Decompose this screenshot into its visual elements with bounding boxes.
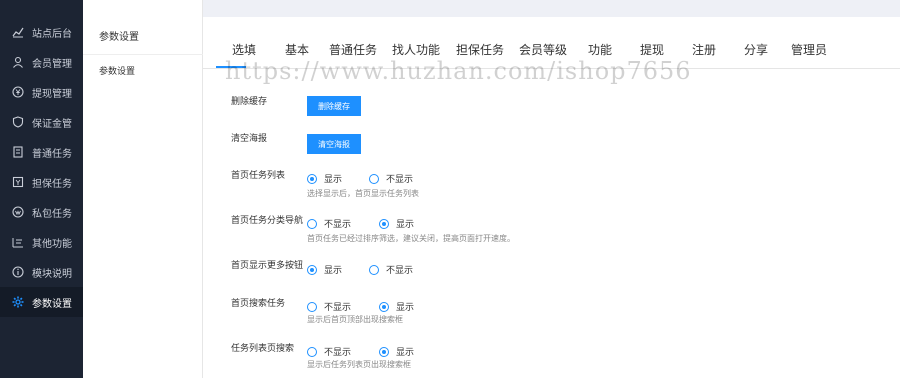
tab-normal-task[interactable]: 普通任务 (329, 41, 377, 58)
secondary-menu-item-settings[interactable]: 参数设置 (99, 64, 135, 77)
document-icon (12, 146, 24, 158)
sidebar-item-label: 提现管理 (32, 88, 72, 100)
home-category-nav-hide-option[interactable]: 不显示 (307, 217, 351, 230)
sidebar-item-private-task[interactable]: 私包任务 (0, 197, 83, 227)
home-category-nav-hint: 首页任务已经过排序筛选，建议关闭，提高页面打开速度。 (307, 234, 515, 243)
tab-functions[interactable]: 功能 (588, 41, 612, 58)
home-search-hint: 显示后首页顶部出现搜索框 (307, 315, 403, 324)
secondary-menu: 参数设置 参数设置 (83, 0, 203, 378)
home-search-hide-option[interactable]: 不显示 (307, 300, 351, 313)
radio-unchecked[interactable] (307, 218, 317, 229)
task-list-search-show-option[interactable]: 显示 (379, 345, 414, 358)
task-list-search-hint: 显示后任务列表页出现搜索框 (307, 360, 411, 369)
radio-checked[interactable] (379, 218, 389, 229)
sidebar-item-label: 参数设置 (32, 298, 72, 310)
home-search-show-option[interactable]: 显示 (379, 300, 414, 313)
radio-checked[interactable] (307, 264, 317, 275)
home-search-label: 首页搜索任务 (231, 299, 286, 309)
private-task-icon (12, 206, 24, 218)
user-icon (12, 56, 24, 68)
task-list-search-hide-option[interactable]: 不显示 (307, 345, 351, 358)
main-content: 选填 基本 普通任务 找人功能 担保任务 会员等级 功能 提现 注册 分享 管理… (203, 17, 900, 378)
sidebar-item-site-admin[interactable]: 站点后台 (0, 17, 83, 47)
secondary-menu-title: 参数设置 (99, 32, 139, 43)
sidebar-item-label: 保证金管 (32, 118, 72, 130)
tab-optional[interactable]: 选填 (232, 41, 256, 58)
home-task-list-label: 首页任务列表 (231, 171, 286, 181)
tab-withdraw[interactable]: 提现 (640, 41, 664, 58)
clear-poster-label: 清空海报 (231, 134, 268, 144)
tab-guarantee-task[interactable]: 担保任务 (456, 41, 504, 58)
info-icon (12, 266, 24, 278)
task-list-search-label: 任务列表页搜索 (231, 344, 295, 354)
sidebar-item-label: 站点后台 (32, 28, 72, 40)
sidebar-item-other-functions[interactable]: 其他功能 (0, 227, 83, 257)
radio-unchecked[interactable] (307, 301, 317, 312)
radio-unchecked[interactable] (369, 264, 379, 275)
yuan-circle-icon (12, 86, 24, 98)
tab-find-people[interactable]: 找人功能 (392, 41, 440, 58)
sidebar-item-label: 会员管理 (32, 58, 72, 70)
sidebar-item-label: 模块说明 (32, 268, 72, 280)
guarantee-icon (12, 176, 24, 188)
sidebar-item-deposit[interactable]: 保证金管 (0, 107, 83, 137)
line-chart-icon (12, 26, 24, 38)
clear-cache-button[interactable]: 删除缓存 (307, 96, 361, 116)
home-more-button-label: 首页显示更多按钮 (231, 261, 304, 271)
clear-poster-button[interactable]: 清空海报 (307, 134, 361, 154)
home-more-button-show-option[interactable]: 显示 (307, 263, 342, 276)
tab-share[interactable]: 分享 (744, 41, 768, 58)
shield-icon (12, 116, 24, 128)
home-task-list-show-option[interactable]: 显示 (307, 172, 342, 185)
home-task-list-hint: 选择显示后，首页显示任务列表 (307, 189, 419, 198)
home-category-nav-label: 首页任务分类导航 (231, 216, 304, 226)
sidebar-item-label: 其他功能 (32, 238, 72, 250)
sidebar-item-settings[interactable]: 参数设置 (0, 287, 83, 317)
radio-checked[interactable] (379, 346, 389, 357)
tab-basic[interactable]: 基本 (285, 41, 309, 58)
sidebar-item-members[interactable]: 会员管理 (0, 47, 83, 77)
sidebar-item-normal-task[interactable]: 普通任务 (0, 137, 83, 167)
sidebar-item-withdraw[interactable]: 提现管理 (0, 77, 83, 107)
radio-checked[interactable] (379, 301, 389, 312)
sidebar-item-guarantee-task[interactable]: 担保任务 (0, 167, 83, 197)
main-sidebar: 站点后台 会员管理 提现管理 保证金管 普通任务 担保任务 私包任务 其他功能 … (0, 0, 83, 378)
home-category-nav-show-option[interactable]: 显示 (379, 217, 414, 230)
home-more-button-hide-option[interactable]: 不显示 (369, 263, 413, 276)
tab-admin[interactable]: 管理员 (791, 41, 827, 58)
radio-checked[interactable] (307, 173, 317, 184)
sidebar-item-label: 担保任务 (32, 178, 72, 190)
divider (83, 54, 203, 55)
tab-member-level[interactable]: 会员等级 (519, 41, 567, 58)
home-task-list-hide-option[interactable]: 不显示 (369, 172, 413, 185)
radio-unchecked[interactable] (369, 173, 379, 184)
clear-cache-label: 删除缓存 (231, 97, 268, 107)
sidebar-item-module-info[interactable]: 模块说明 (0, 257, 83, 287)
tab-register[interactable]: 注册 (692, 41, 716, 58)
list-icon (12, 236, 24, 248)
watermark: https://www.huzhan.com/ishop7656 (225, 57, 692, 85)
gear-icon (12, 296, 24, 308)
sidebar-item-label: 普通任务 (32, 148, 72, 160)
sidebar-item-label: 私包任务 (32, 208, 72, 220)
radio-unchecked[interactable] (307, 346, 317, 357)
